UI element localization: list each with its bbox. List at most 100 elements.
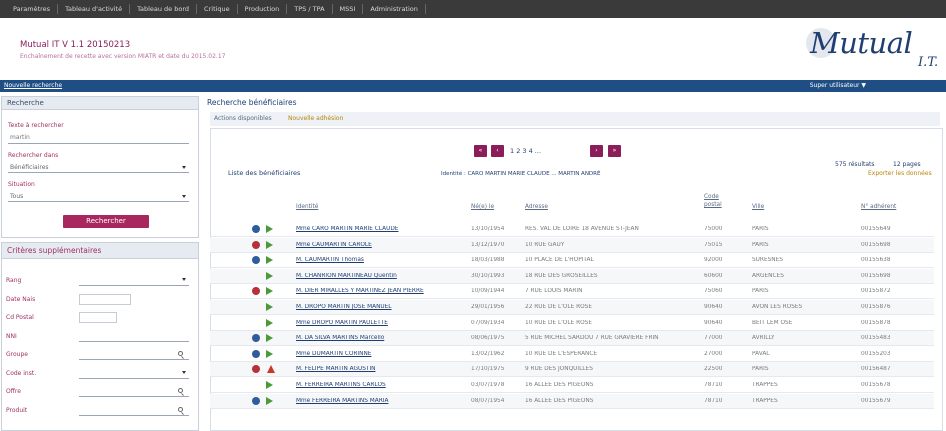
search-in-select[interactable]: Bénéficiaires <box>8 163 189 173</box>
open-arrow-icon[interactable] <box>266 287 273 296</box>
cell-identity[interactable]: M. FERREIRA MARTINS CARLOS <box>296 382 466 388</box>
criteria-input[interactable] <box>79 331 189 342</box>
table-row[interactable]: M. DA SILVA MARTINS Marcello 08/06/1975 5 … <box>210 331 934 347</box>
page-numbers[interactable]: 1 2 3 4 ... <box>510 147 541 155</box>
table-row[interactable]: Mme CARO MARTIN MARIE CLAUDE 13/10/1954 RE… <box>210 222 934 237</box>
table-row[interactable]: Mme FERREIRA MARTINS MARIA 08/07/1954 16 A… <box>210 393 934 409</box>
table-row[interactable]: Mme DROPO MARTIN PAULETTE 07/09/1934 10 RU… <box>210 316 934 331</box>
table-row[interactable]: M. CHANRION MARTINEAU Quentin 30/10/1993 1… <box>210 268 934 284</box>
user-menu[interactable]: Super utilisateur ▼ <box>810 82 866 89</box>
warning-icon[interactable] <box>267 365 275 374</box>
search-in-value: Bénéficiaires <box>10 164 49 171</box>
cell-member-number: 00155483 <box>861 335 891 342</box>
open-arrow-icon[interactable] <box>266 396 273 405</box>
cell-postal-code: 90640 <box>704 304 723 310</box>
status-red-icon <box>252 365 260 374</box>
situation-select[interactable]: Tous <box>8 192 189 202</box>
app-subtitle: Enchaînement de recette avec version MIA… <box>20 53 226 60</box>
open-arrow-icon[interactable] <box>266 271 273 280</box>
open-arrow-icon[interactable] <box>266 225 273 233</box>
criteria-select[interactable] <box>79 368 189 379</box>
cell-identity[interactable]: Mme DROPO MARTIN PAULETTE <box>296 320 466 326</box>
topnav-item[interactable]: MSSI <box>333 4 364 14</box>
open-arrow-icon[interactable] <box>266 334 273 343</box>
cell-identity[interactable]: M. DIER MIRALLES Y MARTINEZ JEAN PIERRE <box>296 288 466 294</box>
header-member-number[interactable]: N° adhérent <box>861 204 896 210</box>
identity-range: Identité : CARO MARTIN MARIE CLAUDE ... … <box>441 171 600 177</box>
search-icon[interactable] <box>178 407 183 412</box>
cell-identity[interactable]: M. CHANRION MARTINEAU Quentin <box>296 273 466 279</box>
topnav-item[interactable]: Tableau d'activité <box>58 4 131 14</box>
cell-address: 16 ALLEE DES PIGEONS <box>525 397 594 404</box>
table-row[interactable]: M. CAUMARTIN Thomas 18/03/1988 10 PLACE DE… <box>210 253 934 269</box>
cell-city: TRAPPES <box>752 382 778 388</box>
cell-birthdate: 17/10/1975 <box>471 366 505 373</box>
table-row[interactable]: M. FERREIRA MARTINS CARLOS 03/07/1978 16 A… <box>210 378 934 393</box>
search-icon[interactable] <box>178 351 183 356</box>
topnav-item[interactable]: Tableau de bord <box>130 4 198 14</box>
cell-member-number: 00156487 <box>861 366 891 373</box>
topnav-item[interactable]: TPS / TPA <box>287 4 333 14</box>
header-city[interactable]: Ville <box>752 204 764 210</box>
next-page-button[interactable]: › <box>590 145 603 157</box>
top-navigation: Paramètres Tableau d'activité Tableau de b… <box>0 0 946 18</box>
open-arrow-icon[interactable] <box>266 256 273 265</box>
cell-identity[interactable]: M. DA SILVA MARTINS Marcello <box>296 335 466 341</box>
search-icon[interactable] <box>178 388 183 393</box>
tab-new-adhesion[interactable]: Nouvelle adhésion <box>288 115 343 122</box>
tab-actions[interactable]: Actions disponibles <box>214 115 272 122</box>
criteria-select[interactable] <box>79 275 189 286</box>
table-row[interactable]: M. DIER MIRALLES Y MARTINEZ JEAN PIERRE 1… <box>210 284 934 300</box>
criteria-lookup-input[interactable] <box>79 405 189 416</box>
cell-address: RES. VAL DE LOIRE 18 AVENUE ST-JEAN <box>525 226 639 232</box>
table-row[interactable]: Mme CAUMARTIN CAROLE 13/12/1970 10 RUE GAU… <box>210 237 934 253</box>
search-button[interactable]: Rechercher <box>63 215 149 228</box>
cell-identity[interactable]: Mme FERREIRA MARTINS MARIA <box>296 398 466 404</box>
topnav-item[interactable]: Critique <box>197 4 238 14</box>
open-arrow-icon[interactable] <box>266 303 273 311</box>
first-page-button[interactable]: « <box>474 145 487 157</box>
prev-page-button[interactable]: ‹ <box>491 145 504 157</box>
open-arrow-icon[interactable] <box>266 318 273 327</box>
criteria-input[interactable] <box>79 312 117 323</box>
open-arrow-icon[interactable] <box>266 381 273 389</box>
cell-postal-code: 75000 <box>704 226 723 232</box>
cell-identity[interactable]: M. CAUMARTIN Thomas <box>296 257 466 263</box>
status-blue-icon <box>252 334 260 343</box>
criteria-lookup-input[interactable] <box>79 386 189 397</box>
app-title: Mutual IT V 1.1 20150213 <box>20 40 131 50</box>
open-arrow-icon[interactable] <box>266 240 273 249</box>
last-page-button[interactable]: » <box>608 145 621 157</box>
cell-birthdate: 08/06/1975 <box>471 335 505 342</box>
situation-value: Tous <box>10 193 24 200</box>
header-address[interactable]: Adresse <box>525 204 548 210</box>
cell-city: ARGENCES <box>752 272 784 279</box>
cell-identity[interactable]: M. FELIPE MARTIN AGUSTIN <box>296 366 466 372</box>
new-search-link[interactable]: Nouvelle recherche <box>4 82 62 89</box>
cell-identity[interactable]: Mme CARO MARTIN MARIE CLAUDE <box>296 226 466 232</box>
cell-member-number: 00155678 <box>861 382 891 388</box>
cell-address: 5 RUE MICHEL SARDOU 7 RUE GRAVIERE FRIN <box>525 335 659 342</box>
search-text-input[interactable]: martin <box>8 134 189 144</box>
search-in-label: Rechercher dans <box>8 152 59 159</box>
export-link[interactable]: Exporter les données <box>868 170 932 177</box>
criteria-label: Rang <box>6 277 22 284</box>
cell-identity[interactable]: M. DROPO MARTIN JOSE MANUEL <box>296 304 466 310</box>
topnav-item[interactable]: Administration <box>363 4 426 14</box>
topnav-item[interactable]: Paramètres <box>6 4 59 14</box>
topnav-item[interactable]: Production <box>238 4 288 14</box>
identity-prefix: Identité : <box>441 171 466 177</box>
cell-city: PARIS <box>752 366 769 373</box>
criteria-lookup-input[interactable] <box>79 349 189 360</box>
criteria-label: Code inst. <box>6 370 37 377</box>
table-row[interactable]: Mme DUMARTIN CORINNE 13/02/1962 10 RUE DE … <box>210 347 934 362</box>
cell-identity[interactable]: Mme DUMARTIN CORINNE <box>296 351 466 357</box>
header-identity[interactable]: Identité <box>296 204 318 210</box>
criteria-input[interactable] <box>79 294 131 305</box>
table-row[interactable]: M. DROPO MARTIN JOSE MANUEL 29/01/1956 22 … <box>210 300 934 315</box>
open-arrow-icon[interactable] <box>266 349 273 358</box>
table-row[interactable]: M. FELIPE MARTIN AGUSTIN 17/10/1975 9 RUE … <box>210 362 934 378</box>
header-birthdate[interactable]: Né(e) le <box>471 204 494 210</box>
cell-identity[interactable]: Mme CAUMARTIN CAROLE <box>296 242 466 248</box>
header-postal-code[interactable]: Code postal <box>704 193 734 209</box>
